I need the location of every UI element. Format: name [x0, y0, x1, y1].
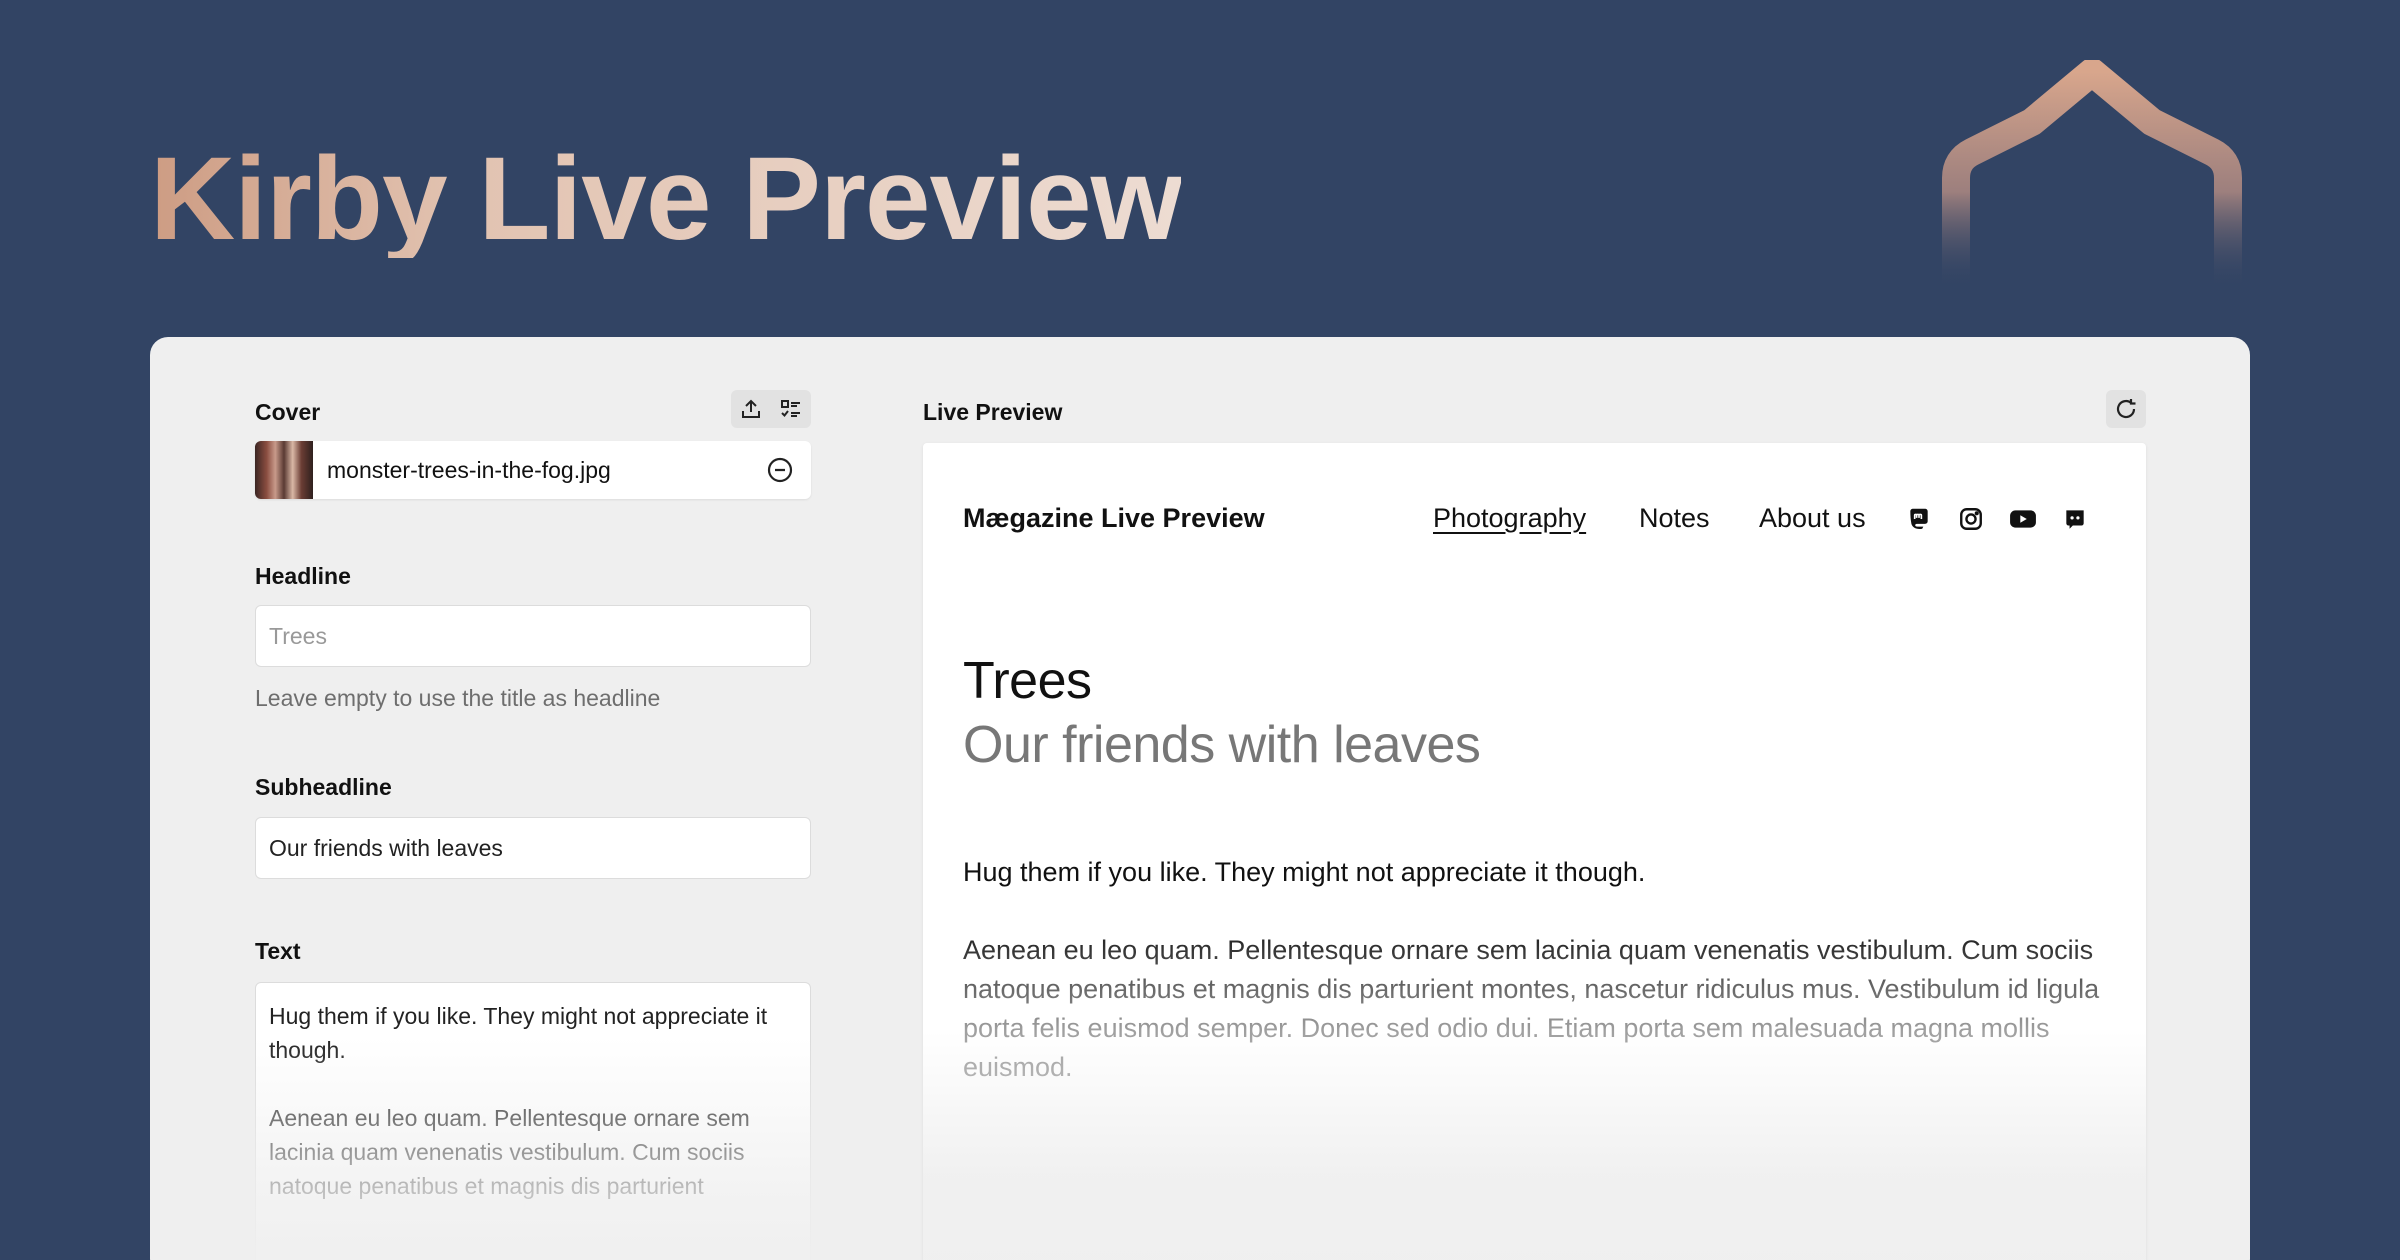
preview-frame: Mægazine Live Preview Photography Notes … — [923, 443, 2146, 1260]
cover-filename: monster-trees-in-the-fog.jpg — [327, 456, 611, 483]
text-textarea[interactable]: Hug them if you like. They might not app… — [255, 982, 811, 1260]
list-select-icon[interactable] — [771, 390, 811, 428]
headline-help: Leave empty to use the title as headline — [255, 685, 661, 711]
refresh-icon[interactable] — [2106, 390, 2146, 428]
live-preview-label: Live Preview — [923, 399, 1063, 425]
page-headline: Trees — [963, 652, 1092, 710]
nav-link-about[interactable]: About us — [1759, 503, 1866, 534]
textarea-paragraph: Hug them if you like. They might not app… — [269, 1003, 768, 1063]
discord-icon[interactable] — [2061, 505, 2089, 533]
kirby-logo-icon — [1942, 60, 2242, 290]
textarea-paragraph: Aenean eu leo quam. Pellentesque ornare … — [269, 1105, 750, 1199]
hero-title: Kirby Live Preview — [150, 133, 1182, 265]
mastodon-icon[interactable] — [1905, 505, 1933, 533]
page-text: Hug them if you like. They might not app… — [963, 853, 2113, 1087]
subheadline-input[interactable]: Our friends with leaves — [255, 817, 811, 879]
page-paragraph: Hug them if you like. They might not app… — [963, 857, 1646, 887]
page-paragraph: Aenean eu leo quam. Pellentesque ornare … — [963, 935, 2100, 1082]
nav-link-photography[interactable]: Photography — [1433, 503, 1586, 534]
cover-label: Cover — [255, 399, 321, 425]
cover-file[interactable]: monster-trees-in-the-fog.jpg — [255, 441, 811, 499]
nav-link-notes[interactable]: Notes — [1639, 503, 1710, 534]
editor-panel: Cover monster-trees-in-the-fog.jpg Headl… — [150, 337, 2250, 1260]
youtube-icon[interactable] — [2009, 505, 2037, 533]
cover-toolbar — [731, 390, 811, 428]
upload-icon[interactable] — [731, 390, 771, 428]
text-label: Text — [255, 938, 301, 964]
subheadline-label: Subheadline — [255, 774, 392, 800]
cover-thumbnail — [255, 441, 313, 499]
headline-input[interactable]: Trees — [255, 605, 811, 667]
headline-label: Headline — [255, 563, 351, 589]
site-brand[interactable]: Mægazine Live Preview — [963, 503, 1265, 534]
instagram-icon[interactable] — [1957, 505, 1985, 533]
remove-circle-icon[interactable] — [765, 455, 795, 485]
page-subheadline: Our friends with leaves — [963, 716, 1481, 774]
